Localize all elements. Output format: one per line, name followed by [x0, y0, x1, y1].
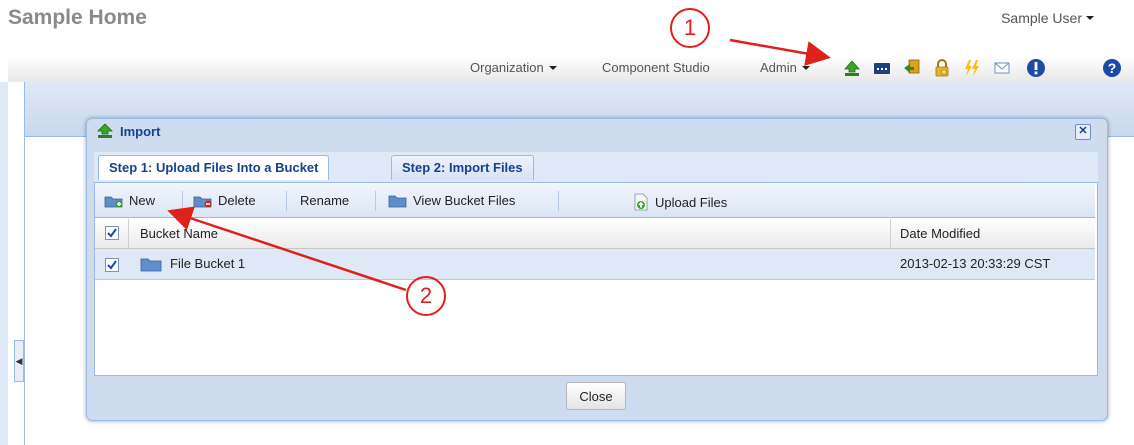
annotation-arrows [167, 38, 831, 292]
annotation-arrow-2 [167, 206, 407, 292]
annotation-callout-2: 2 [406, 276, 446, 316]
annotation-arrow-1 [729, 38, 831, 66]
annotation-callout-1: 1 [670, 8, 710, 48]
